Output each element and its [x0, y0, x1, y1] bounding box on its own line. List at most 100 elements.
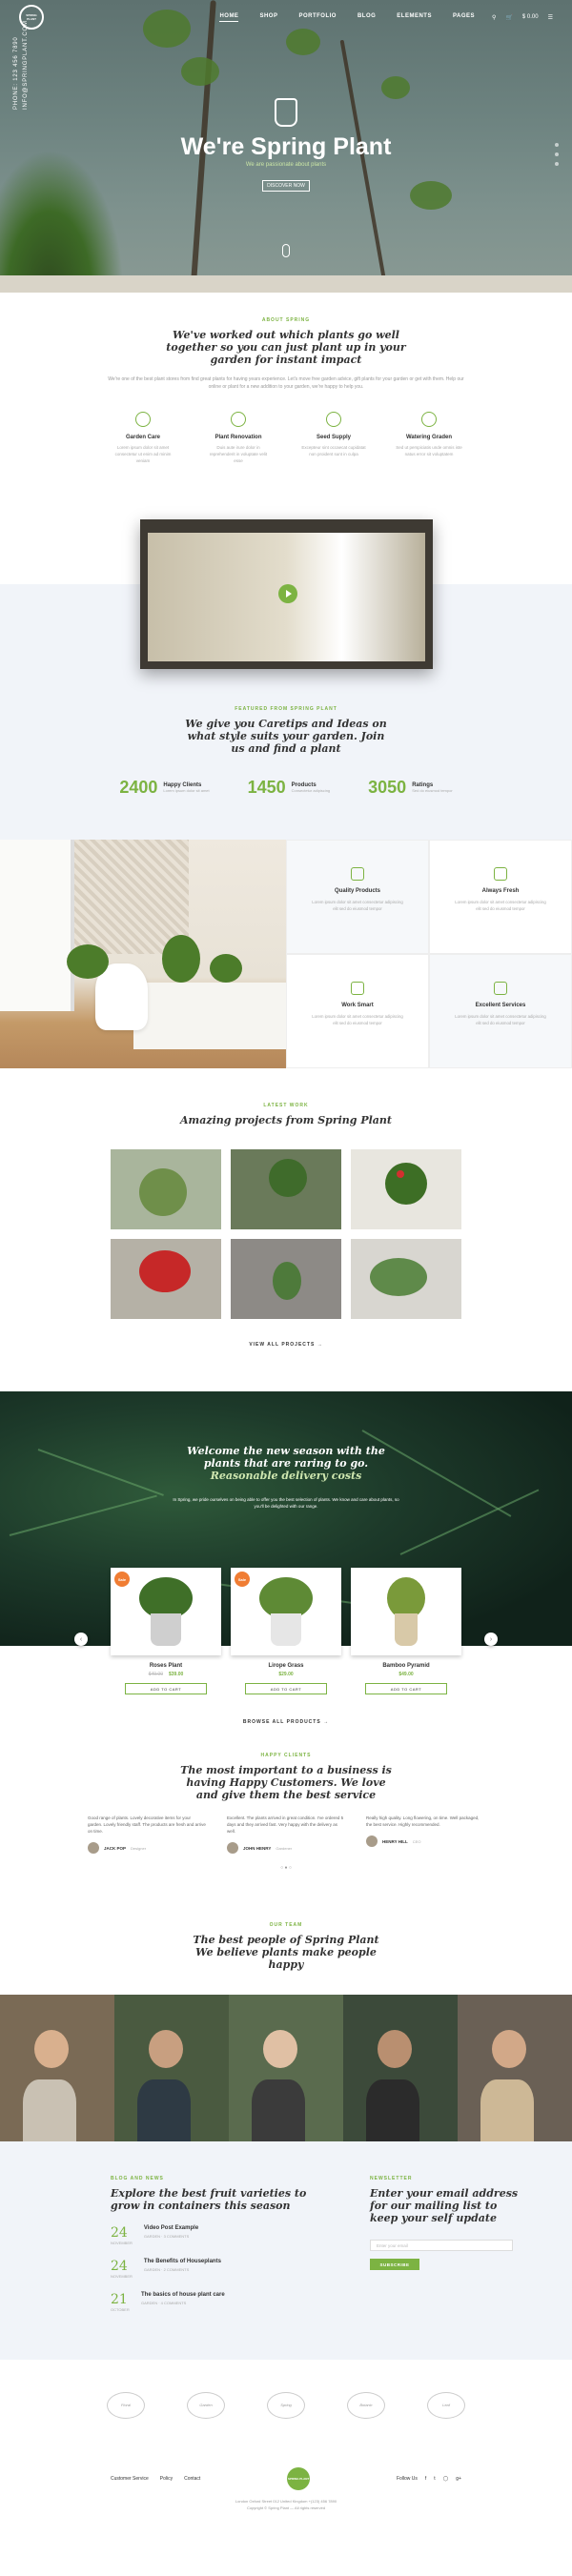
footer-link[interactable]: Policy: [160, 2476, 173, 2482]
news-day: 21: [111, 2292, 128, 2307]
sale-badge: Sale: [235, 1572, 250, 1587]
project-image[interactable]: [231, 1239, 341, 1319]
hero-phone: PHONE: 123 456 7890: [13, 36, 19, 110]
news-meta: GARDEN · 4 COMMENTS: [141, 2301, 187, 2305]
cart-icon[interactable]: 🛒: [505, 14, 512, 21]
news-title-link[interactable]: The Benefits of Houseplants: [144, 2259, 221, 2264]
view-all-projects-link[interactable]: VIEW ALL PROJECTS →: [0, 1342, 572, 1348]
newsletter-column: NEWSLETTER Enter your email address for …: [370, 2176, 572, 2360]
project-image[interactable]: [351, 1239, 461, 1319]
product-name[interactable]: Bamboo Pyramid: [351, 1663, 461, 1669]
add-to-cart-button[interactable]: ADD TO CART: [125, 1683, 207, 1694]
project-image[interactable]: [111, 1239, 221, 1319]
menu-home[interactable]: HOME: [219, 13, 239, 22]
brand-logo: Spring: [267, 2391, 305, 2419]
project-image[interactable]: [351, 1149, 461, 1229]
team-member-photo[interactable]: [343, 1995, 458, 2141]
footer-link[interactable]: Contact: [184, 2476, 200, 2482]
stat-number: 2400: [119, 778, 158, 797]
play-icon[interactable]: [278, 584, 297, 603]
feature-item: Garden Care Lorem ipsum dolor sit amet c…: [110, 412, 176, 464]
search-icon[interactable]: ⚲: [492, 14, 496, 21]
stats-title-line: what style suits your garden. Join: [187, 730, 385, 742]
quality-text: Lorem ipsum dolor sit amet consectetur a…: [312, 900, 403, 911]
feature-text: Excepteur sint occaecat cupidatat non pr…: [301, 445, 366, 456]
news-item[interactable]: 24 NOVEMBER Video Post Example GARDEN · 3 …: [111, 2225, 313, 2245]
product-image[interactable]: Sale: [111, 1568, 221, 1655]
carousel-prev-icon[interactable]: ‹: [74, 1633, 88, 1646]
email-input[interactable]: Enter your email: [370, 2240, 513, 2251]
brand-logo: Garden: [187, 2391, 225, 2419]
team-title-line: We believe plants make people: [195, 1946, 377, 1958]
news-month: NOVEMBER: [111, 2241, 133, 2245]
projects-section: LATEST WORK Amazing projects from Spring…: [0, 1068, 572, 1391]
projects-kicker: LATEST WORK: [263, 1103, 309, 1108]
menu-elements[interactable]: ELEMENTS: [397, 13, 432, 22]
twitter-icon[interactable]: t: [434, 2476, 435, 2482]
facebook-icon[interactable]: f: [425, 2476, 426, 2482]
slider-dot[interactable]: [555, 152, 559, 156]
foliage: [181, 57, 219, 86]
news-kicker: BLOG AND NEWS: [111, 2176, 164, 2181]
discover-button[interactable]: DISCOVER NOW: [262, 180, 310, 192]
testimonial-quote: Excellent. The plants arrived in great c…: [227, 1815, 344, 1834]
news-item[interactable]: 24 NOVEMBER The Benefits of Houseplants GA…: [111, 2259, 313, 2279]
instagram-icon[interactable]: ◯: [443, 2476, 449, 2482]
news-item[interactable]: 21 OCTOBER The basics of house plant care…: [111, 2292, 313, 2312]
cart-total[interactable]: $ 0.00: [522, 14, 539, 20]
menu-shop[interactable]: SHOP: [259, 13, 277, 22]
news-title-link[interactable]: The basics of house plant care: [141, 2292, 225, 2298]
slider-dot[interactable]: [555, 162, 559, 166]
footer-logo[interactable]: SPRING PLANT: [287, 2467, 311, 2490]
subscribe-button[interactable]: SUBSCRIBE: [370, 2259, 419, 2270]
team-member-photo[interactable]: [0, 1995, 114, 2141]
quality-section: Quality Products Lorem ipsum dolor sit a…: [0, 840, 572, 1068]
footer-copyright: Copyright © Spring Plant — All rights re…: [246, 2505, 326, 2510]
google-plus-icon[interactable]: g+: [456, 2476, 461, 2482]
quality-item: Always Fresh Lorem ipsum dolor sit amet …: [429, 840, 572, 954]
stat-item: 3050 Ratings Sed do eiusmod tempor: [368, 778, 453, 798]
carousel-next-icon[interactable]: ›: [484, 1633, 498, 1646]
product-name[interactable]: Roses Plant: [111, 1663, 221, 1669]
menu-pages[interactable]: PAGES: [453, 13, 475, 22]
browse-products-link[interactable]: BROWSE ALL PRODUCTS →: [0, 1719, 572, 1725]
footer-link[interactable]: Customer Service: [111, 2476, 149, 2482]
newsletter-title-line: Enter your email address: [370, 2187, 519, 2200]
feature-title: Seed Supply: [316, 435, 351, 440]
avatar: [88, 1842, 99, 1854]
welcome-title-line: Reasonable delivery costs: [210, 1470, 362, 1482]
news-title-link[interactable]: Video Post Example: [144, 2225, 198, 2231]
project-image[interactable]: [111, 1149, 221, 1229]
plant-pot-icon: [275, 98, 297, 127]
hero-email[interactable]: INFO@SPRINGPLANT.COM: [23, 20, 29, 110]
testimonial-pager[interactable]: ○ ● ○: [0, 1865, 572, 1871]
add-to-cart-button[interactable]: ADD TO CART: [245, 1683, 327, 1694]
video-thumbnail[interactable]: [140, 519, 433, 669]
product-carousel: Sale Roses Plant $49.00 $39.00 ADD TO CAR…: [111, 1568, 461, 1694]
sale-badge: Sale: [114, 1572, 130, 1587]
menu-blog[interactable]: BLOG: [358, 13, 376, 22]
news-title-line: grow in containers this season: [111, 2200, 291, 2212]
news-meta: GARDEN · 2 COMMENTS: [143, 2267, 190, 2272]
testimonial-name: HENRY HILL: [382, 1838, 408, 1844]
add-to-cart-button[interactable]: ADD TO CART: [365, 1683, 447, 1694]
team-member-photo[interactable]: [114, 1995, 229, 2141]
welcome-title-line: plants that are raring to go.: [203, 1457, 369, 1470]
scroll-mouse-icon[interactable]: [282, 244, 290, 257]
news-title: Explore the best fruit varieties to grow…: [111, 2187, 313, 2212]
project-image[interactable]: [231, 1149, 341, 1229]
menu-icon[interactable]: ☰: [548, 14, 553, 21]
about-kicker: ABOUT SPRING: [261, 317, 311, 323]
product-name[interactable]: Lirope Grass: [231, 1663, 341, 1669]
menu-portfolio[interactable]: PORTFOLIO: [298, 13, 337, 22]
team-title-line: The best people of Spring Plant: [193, 1934, 379, 1946]
team-member-photo[interactable]: [458, 1995, 572, 2141]
team-member-photo[interactable]: [229, 1995, 343, 2141]
slider-dot[interactable]: [555, 143, 559, 147]
testimonial-name: JOHN HENRY: [243, 1845, 272, 1851]
product-image[interactable]: [351, 1568, 461, 1655]
testimonials-title: The most important to a business is havi…: [0, 1764, 572, 1801]
stats-row: 2400 Happy Clients Lorem ipsum dolor sit …: [0, 778, 572, 798]
welcome-title: Welcome the new season with the plants t…: [0, 1445, 572, 1482]
product-image[interactable]: Sale: [231, 1568, 341, 1655]
